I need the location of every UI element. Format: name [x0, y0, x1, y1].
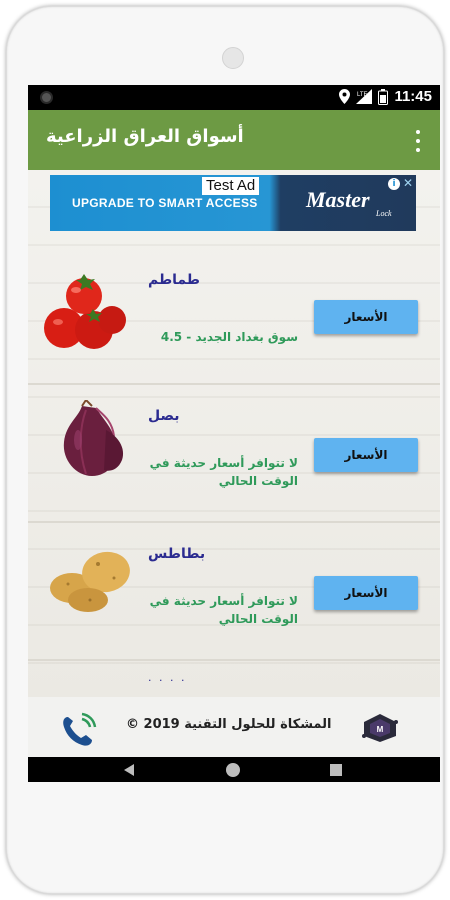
footer: المشكاة للحلول التقنية 2019 © M: [28, 697, 440, 757]
ad-badge: Test Ad: [202, 177, 260, 195]
prices-button[interactable]: الأسعار: [314, 300, 418, 334]
prices-button[interactable]: الأسعار: [314, 438, 418, 472]
svg-text:M: M: [377, 725, 384, 734]
status-bar: LTE 11:45: [28, 85, 440, 110]
screen: LTE 11:45 أسواق العراق الزراعية UPGRADE …: [28, 85, 440, 782]
back-icon[interactable]: [124, 764, 134, 776]
footer-copyright: المشكاة للحلول التقنية 2019 ©: [126, 717, 332, 732]
phone-frame: LTE 11:45 أسواق العراق الزراعية UPGRADE …: [6, 6, 444, 894]
item-status: لا تتوافر أسعار حديثة في الوقت الحالي: [149, 594, 298, 626]
signal-icon: LTE: [356, 89, 373, 104]
ad-brand-sub: Lock: [376, 209, 392, 218]
home-icon[interactable]: [226, 763, 240, 777]
earpiece: [222, 47, 244, 69]
potato-image: [50, 551, 130, 612]
overflow-menu-icon[interactable]: [408, 130, 428, 152]
status-icons: LTE 11:45: [339, 88, 432, 105]
app-title: أسواق العراق الزراعية: [46, 126, 244, 147]
item-name: بطاطس: [148, 546, 206, 562]
partial-list-item: · · · ·: [148, 674, 187, 687]
prices-button[interactable]: الأسعار: [314, 576, 418, 610]
ad-banner[interactable]: UPGRADE TO SMART ACCESS Test Ad Master L…: [50, 175, 416, 231]
phone-call-icon[interactable]: [58, 711, 98, 747]
app-bar: أسواق العراق الزراعية: [28, 110, 440, 170]
item-status: سوق بغداد الجديد - 4.5: [160, 330, 298, 344]
recent-apps-icon[interactable]: [330, 764, 342, 776]
ad-info-icon[interactable]: i: [388, 178, 400, 190]
battery-icon: [378, 88, 389, 105]
onion-image: [63, 400, 124, 476]
ad-brand: Master: [306, 187, 370, 212]
location-icon: [339, 89, 351, 104]
list-item: بصل لا تتوافر أسعار حديثة في الوقت الحال…: [28, 386, 440, 523]
status-time: 11:45: [394, 88, 432, 105]
mishkat-logo-icon: M: [362, 714, 398, 742]
menu-dot: [416, 130, 420, 134]
list-item: بطاطس لا تتوافر أسعار حديثة في الوقت الح…: [28, 524, 440, 661]
item-name: بصل: [148, 408, 180, 424]
menu-dot: [416, 139, 420, 143]
ad-close-icon[interactable]: ✕: [402, 176, 414, 190]
item-status: لا تتوافر أسعار حديثة في الوقت الحالي: [149, 456, 298, 488]
list-item: طماطم سوق بغداد الجديد - 4.5 الأسعار: [28, 248, 440, 385]
tomato-image: [44, 274, 126, 349]
navigation-bar: [28, 757, 440, 782]
ad-cta: UPGRADE TO SMART ACCESS: [72, 196, 258, 210]
content-area: UPGRADE TO SMART ACCESS Test Ad Master L…: [28, 170, 440, 697]
notification-icon: [40, 91, 53, 104]
menu-dot: [416, 148, 420, 152]
item-name: طماطم: [148, 272, 200, 288]
svg-text:LTE: LTE: [357, 92, 368, 98]
